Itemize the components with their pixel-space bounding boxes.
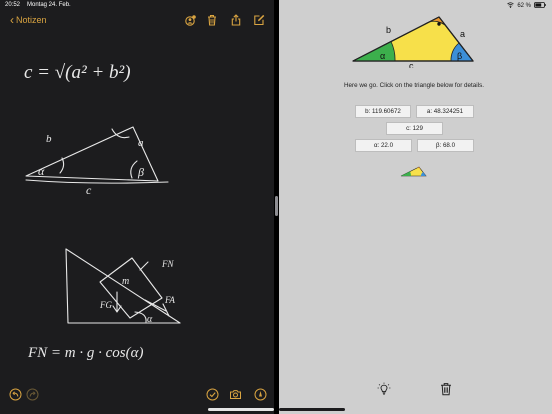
trash-icon[interactable] bbox=[206, 14, 218, 26]
drawn-label-alpha-incline: α bbox=[147, 314, 153, 325]
undo-icon[interactable] bbox=[9, 388, 22, 401]
compose-icon[interactable] bbox=[253, 14, 265, 26]
home-indicator bbox=[208, 408, 274, 411]
formula-2: FN = m · g · cos(α) bbox=[27, 345, 143, 361]
battery-icon bbox=[534, 2, 546, 10]
drawn-label-fn: FN bbox=[161, 259, 174, 269]
drawn-label-beta: β bbox=[137, 165, 144, 179]
notes-pane: 20:52 Montag 24. Feb. ‹ Notizen c = √(a²… bbox=[0, 0, 274, 414]
instruction-text: Here we go. Click on the triangle below … bbox=[343, 82, 484, 89]
wifi-icon bbox=[507, 2, 515, 10]
share-collab-icon[interactable] bbox=[184, 14, 196, 26]
value-c-box[interactable]: c: 129 bbox=[386, 122, 443, 135]
status-right: 62 % bbox=[507, 2, 546, 10]
value-alpha-box[interactable]: α: 22.0 bbox=[355, 139, 412, 152]
markup-icon[interactable] bbox=[254, 388, 267, 401]
drawn-label-alpha: α bbox=[38, 164, 45, 178]
side-a-label: a bbox=[460, 29, 465, 39]
trash-icon[interactable] bbox=[439, 382, 453, 396]
camera-icon[interactable] bbox=[229, 388, 242, 401]
triangle-thumbnail[interactable] bbox=[400, 164, 428, 178]
split-view-handle[interactable] bbox=[275, 196, 278, 216]
calculator-pane: 62 % b a c α β Here we go. Click on the … bbox=[279, 0, 552, 414]
drawn-label-m: m bbox=[122, 276, 129, 287]
share-icon[interactable] bbox=[230, 14, 242, 26]
value-b-box[interactable]: b: 119.60672 bbox=[355, 105, 411, 118]
status-date: Montag 24. Feb. bbox=[27, 2, 71, 8]
handwritten-drawing[interactable]: c = √(a² + b²) b a α β c FN m FG FA α FN… bbox=[0, 30, 274, 380]
lightbulb-icon[interactable] bbox=[377, 382, 391, 396]
drawn-label-fa: FA bbox=[164, 295, 175, 305]
drawn-label-fg: FG bbox=[99, 300, 112, 310]
drawn-label-c: c bbox=[86, 183, 92, 197]
home-indicator-right bbox=[279, 408, 345, 411]
back-label: Notizen bbox=[16, 15, 47, 25]
back-button[interactable]: ‹ Notizen bbox=[10, 12, 47, 27]
value-beta-box[interactable]: β: 68.0 bbox=[417, 139, 474, 152]
drawn-label-b: b bbox=[46, 133, 52, 145]
checklist-icon[interactable] bbox=[206, 388, 219, 401]
side-c-label: c bbox=[409, 61, 414, 68]
beta-label: β bbox=[457, 51, 462, 61]
chevron-left-icon: ‹ bbox=[10, 12, 14, 27]
formula-1: c = √(a² + b²) bbox=[24, 62, 131, 83]
drawn-label-a: a bbox=[138, 137, 144, 149]
battery-percent: 62 % bbox=[517, 3, 531, 9]
value-a-box[interactable]: a: 48.324251 bbox=[416, 105, 474, 118]
status-time: 20:52 bbox=[5, 2, 21, 8]
alpha-label: α bbox=[380, 51, 385, 61]
triangle-diagram[interactable]: b a c α β bbox=[347, 12, 483, 68]
redo-icon[interactable] bbox=[26, 388, 39, 401]
side-b-label: b bbox=[386, 25, 391, 35]
